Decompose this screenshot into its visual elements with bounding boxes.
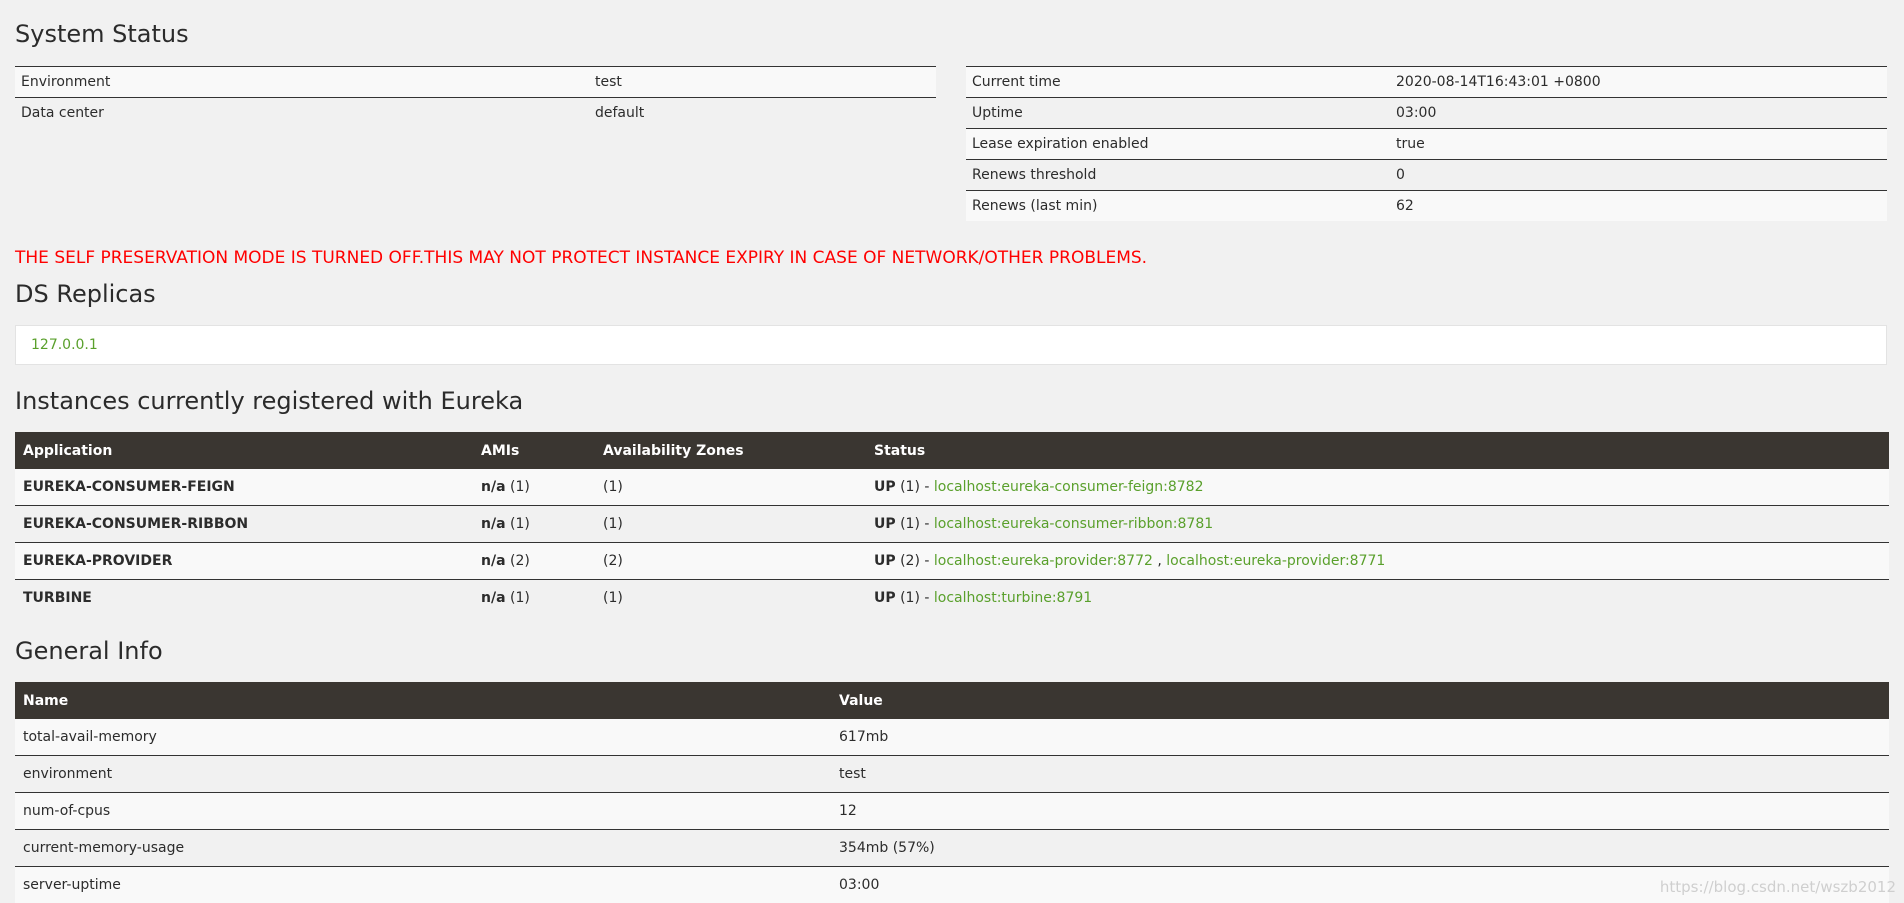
instances-header-row: Application AMIs Availability Zones Stat… [15, 432, 1889, 469]
application-name: EUREKA-PROVIDER [15, 543, 473, 580]
application-name: TURBINE [15, 580, 473, 617]
self-preservation-alert: THE SELF PRESERVATION MODE IS TURNED OFF… [15, 248, 1147, 268]
status-up: UP [874, 479, 896, 495]
status-cell: UP (1) - localhost:eureka-consumer-ribbo… [866, 506, 1889, 543]
status-label: Data center [15, 98, 589, 129]
ami-cell: n/a (1) [473, 469, 595, 506]
info-name: server-uptime [15, 867, 831, 903]
status-value: 62 [1390, 191, 1887, 222]
col-zones[interactable]: Availability Zones [595, 432, 866, 469]
status-up: UP [874, 516, 896, 532]
instance-link[interactable]: localhost:eureka-consumer-feign:8782 [934, 479, 1204, 495]
status-value: 0 [1390, 160, 1887, 191]
ami-count: (1) [506, 479, 530, 495]
status-row: Lease expiration enabled true [966, 129, 1887, 160]
instance-link[interactable]: localhost:eureka-provider:8772 [934, 553, 1153, 569]
col-amis[interactable]: AMIs [473, 432, 595, 469]
instance-link[interactable]: localhost:eureka-consumer-ribbon:8781 [934, 516, 1213, 532]
replicas-panel: 127.0.0.1 [15, 325, 1887, 365]
status-up: UP [874, 590, 896, 606]
table-row: environment test [15, 756, 1889, 793]
application-name: EUREKA-CONSUMER-RIBBON [15, 506, 473, 543]
info-value: 12 [831, 793, 1889, 830]
info-name: total-avail-memory [15, 719, 831, 756]
status-row: Environment test [15, 67, 936, 98]
status-count: (1) - [896, 479, 934, 495]
status-count: (1) - [896, 516, 934, 532]
status-up: UP [874, 553, 896, 569]
table-row: current-memory-usage 354mb (57%) [15, 830, 1889, 867]
ami-count: (2) [506, 553, 530, 569]
status-row: Data center default [15, 98, 936, 129]
status-label: Lease expiration enabled [966, 129, 1390, 160]
status-label: Uptime [966, 98, 1390, 129]
system-status-left-table: Environment test Data center default [15, 66, 936, 128]
zones-cell: (1) [595, 580, 866, 617]
zones-cell: (2) [595, 543, 866, 580]
table-row: EUREKA-CONSUMER-RIBBON n/a (1) (1) UP (1… [15, 506, 1889, 543]
system-status-title: System Status [15, 20, 189, 48]
status-cell: UP (1) - localhost:eureka-consumer-feign… [866, 469, 1889, 506]
info-name: environment [15, 756, 831, 793]
status-count: (1) - [896, 590, 934, 606]
table-row: server-uptime 03:00 [15, 867, 1889, 903]
status-value: 03:00 [1390, 98, 1887, 129]
status-row: Renews threshold 0 [966, 160, 1887, 191]
col-application[interactable]: Application [15, 432, 473, 469]
status-cell: UP (2) - localhost:eureka-provider:8772 … [866, 543, 1889, 580]
status-row: Renews (last min) 62 [966, 191, 1887, 222]
ami-cell: n/a (1) [473, 580, 595, 617]
ami-value: n/a [481, 479, 506, 495]
info-value: test [831, 756, 1889, 793]
application-name: EUREKA-CONSUMER-FEIGN [15, 469, 473, 506]
ami-cell: n/a (1) [473, 506, 595, 543]
ami-value: n/a [481, 590, 506, 606]
table-row: TURBINE n/a (1) (1) UP (1) - localhost:t… [15, 580, 1889, 617]
col-name[interactable]: Name [15, 682, 831, 719]
instances-table: Application AMIs Availability Zones Stat… [15, 432, 1889, 616]
watermark: https://blog.csdn.net/wszb2012 [1660, 878, 1896, 896]
info-value: 354mb (57%) [831, 830, 1889, 867]
table-row: total-avail-memory 617mb [15, 719, 1889, 756]
link-separator: , [1153, 553, 1166, 569]
zones-cell: (1) [595, 469, 866, 506]
status-row: Current time 2020-08-14T16:43:01 +0800 [966, 67, 1887, 98]
ami-value: n/a [481, 553, 506, 569]
status-row: Uptime 03:00 [966, 98, 1887, 129]
col-status[interactable]: Status [866, 432, 1889, 469]
general-info-table: Name Value total-avail-memory 617mb envi… [15, 682, 1889, 903]
status-value: test [589, 67, 936, 98]
status-value: 2020-08-14T16:43:01 +0800 [1390, 67, 1887, 98]
system-status-right-table: Current time 2020-08-14T16:43:01 +0800 U… [966, 66, 1887, 221]
status-count: (2) - [896, 553, 934, 569]
general-info-title: General Info [15, 637, 163, 665]
status-value: true [1390, 129, 1887, 160]
table-row: num-of-cpus 12 [15, 793, 1889, 830]
ami-cell: n/a (2) [473, 543, 595, 580]
status-label: Renews threshold [966, 160, 1390, 191]
general-info-header-row: Name Value [15, 682, 1889, 719]
ami-value: n/a [481, 516, 506, 532]
status-value: default [589, 98, 936, 129]
replica-link[interactable]: 127.0.0.1 [31, 337, 98, 353]
zones-cell: (1) [595, 506, 866, 543]
table-row: EUREKA-PROVIDER n/a (2) (2) UP (2) - loc… [15, 543, 1889, 580]
instance-link[interactable]: localhost:eureka-provider:8771 [1166, 553, 1385, 569]
table-row: EUREKA-CONSUMER-FEIGN n/a (1) (1) UP (1)… [15, 469, 1889, 506]
status-label: Environment [15, 67, 589, 98]
status-label: Current time [966, 67, 1390, 98]
ds-replicas-title: DS Replicas [15, 280, 156, 308]
instances-title: Instances currently registered with Eure… [15, 387, 523, 415]
info-name: current-memory-usage [15, 830, 831, 867]
col-value[interactable]: Value [831, 682, 1889, 719]
status-label: Renews (last min) [966, 191, 1390, 222]
info-name: num-of-cpus [15, 793, 831, 830]
status-cell: UP (1) - localhost:turbine:8791 [866, 580, 1889, 617]
instance-link[interactable]: localhost:turbine:8791 [934, 590, 1092, 606]
ami-count: (1) [506, 516, 530, 532]
ami-count: (1) [506, 590, 530, 606]
info-value: 617mb [831, 719, 1889, 756]
